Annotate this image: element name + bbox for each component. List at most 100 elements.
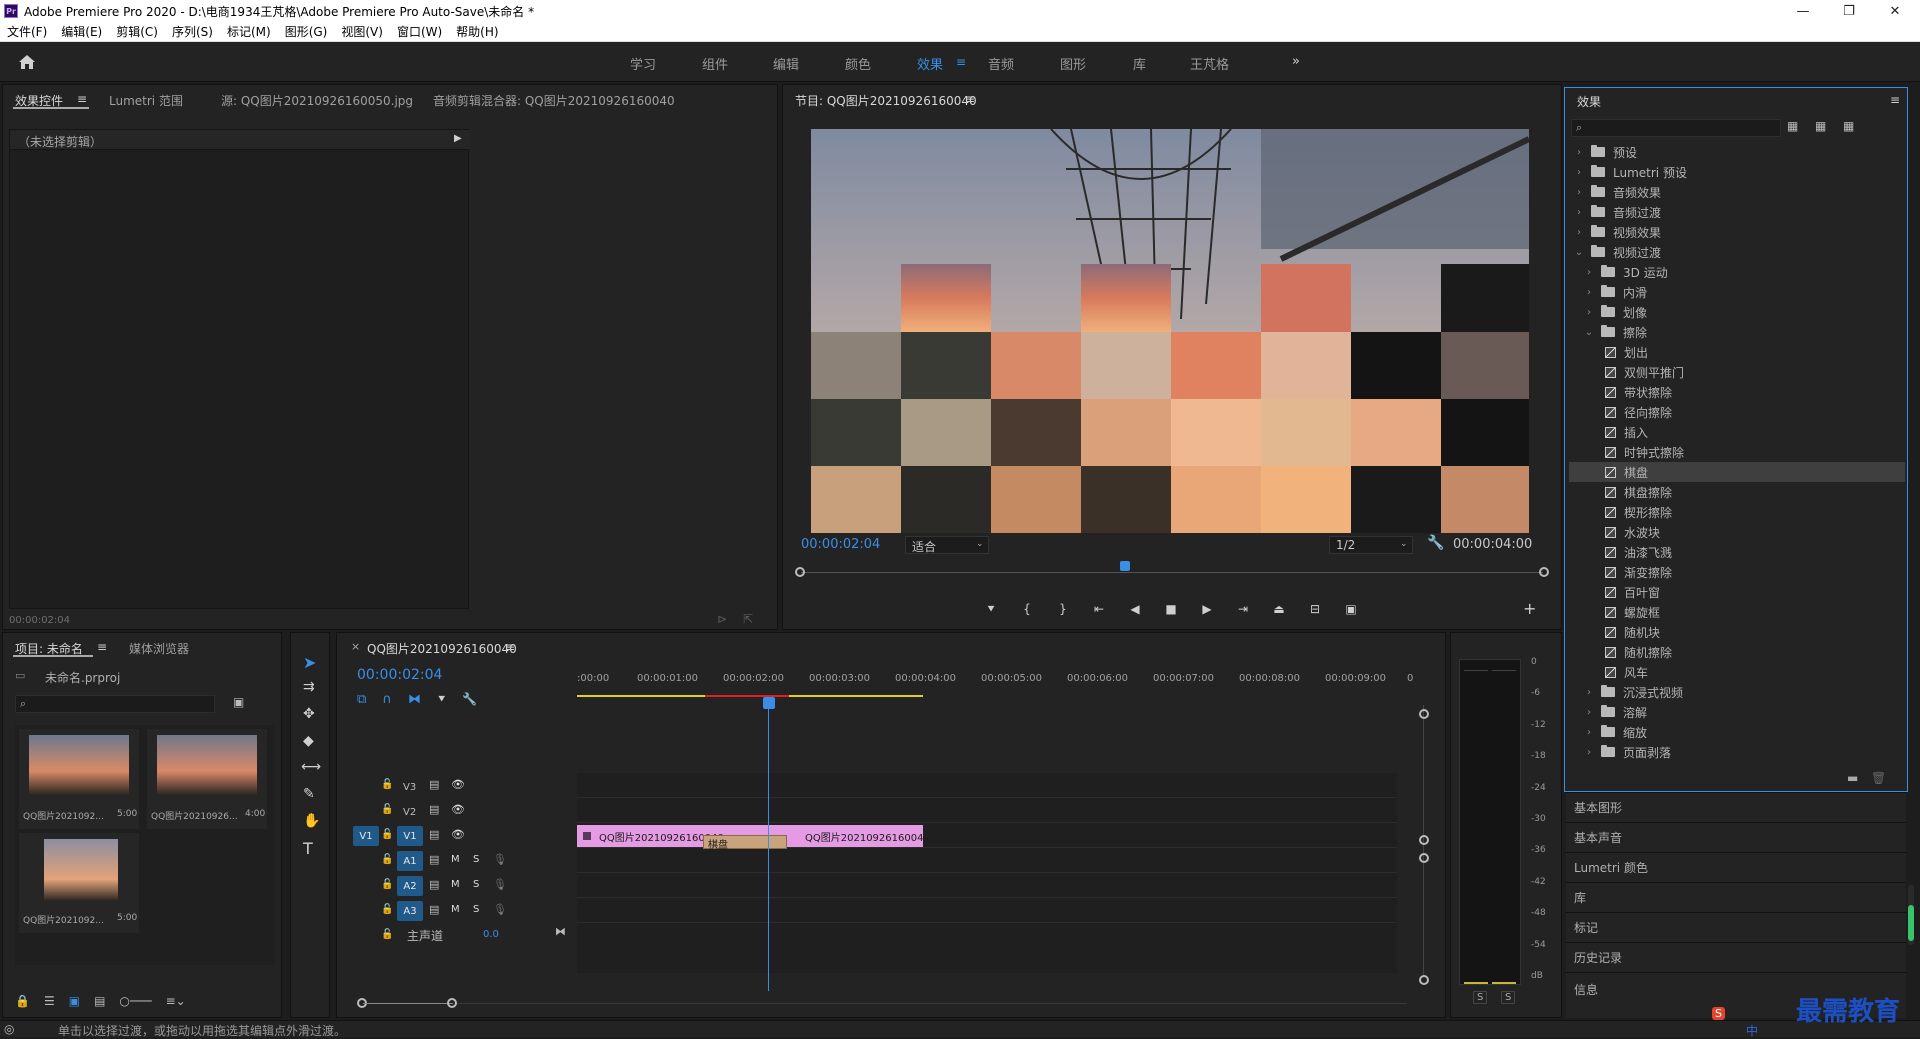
workspace-tab-custom[interactable]: 王芃格 <box>1190 54 1229 73</box>
mark-in-icon[interactable]: { <box>1009 602 1045 616</box>
chevron-right-icon[interactable]: › <box>1583 267 1595 278</box>
timeline-horizontal-scrollbar[interactable] <box>357 997 1427 1009</box>
program-video-frame[interactable] <box>811 129 1529 533</box>
effect-item[interactable]: 棋盘 <box>1569 462 1905 482</box>
effect-item[interactable]: 插入 <box>1569 422 1905 442</box>
effect-item[interactable]: 划出 <box>1569 342 1905 362</box>
selection-tool-icon[interactable]: ➤ <box>303 653 316 672</box>
menu-view[interactable]: 视图(V) <box>334 23 390 40</box>
timeline-timecode[interactable]: 00:00:02:04 <box>357 667 442 683</box>
right-panel-scrollbar[interactable] <box>1908 885 1914 945</box>
program-playhead[interactable] <box>1120 561 1130 571</box>
timeline-settings-icon[interactable]: 🔧 <box>462 692 477 706</box>
menu-file[interactable]: 文件(F) <box>0 23 54 40</box>
effects-folder[interactable]: › 沉浸式视频 <box>1569 682 1905 702</box>
eye-icon[interactable]: 👁 <box>451 778 465 791</box>
panel-essential-sound[interactable]: 基本声音 <box>1566 822 1906 852</box>
lock-icon[interactable]: 🔓 <box>381 904 393 915</box>
effect-item[interactable]: 随机块 <box>1569 622 1905 642</box>
effect-item[interactable]: 双侧平推门 <box>1569 362 1905 382</box>
solo-button[interactable]: S <box>473 879 479 890</box>
menu-edit[interactable]: 编辑(E) <box>54 23 109 40</box>
panel-menu-icon[interactable]: ≡ <box>97 640 107 654</box>
effects-folder[interactable]: › 页面剥落 <box>1569 742 1905 762</box>
chevron-right-icon[interactable]: › <box>1583 307 1595 318</box>
lock-icon[interactable]: 🔓 <box>381 929 393 940</box>
linked-selection-icon[interactable]: ⧓ <box>408 692 421 707</box>
pen-tool-icon[interactable]: ✎ <box>303 786 315 802</box>
effect-item[interactable]: 风车 <box>1569 662 1905 682</box>
close-icon[interactable]: × <box>351 640 360 653</box>
mute-button[interactable]: M <box>451 854 460 865</box>
program-current-timecode[interactable]: 00:00:02:04 <box>801 537 880 552</box>
close-button[interactable]: ✕ <box>1872 0 1918 22</box>
effect-item[interactable]: 螺旋框 <box>1569 602 1905 622</box>
tab-audio-clip-mixer[interactable]: 音频剪辑混合器: QQ图片20210926160040 <box>433 92 675 109</box>
tab-source[interactable]: 源: QQ图片20210926160050.jpg <box>221 92 413 109</box>
project-item[interactable]: QQ图片2021092... 5:00 <box>19 729 139 829</box>
ime-mode[interactable]: 中 <box>1746 1022 1758 1039</box>
expand-arrow-icon[interactable]: ▶ <box>454 133 462 144</box>
track-target-v1[interactable]: V1 <box>397 826 423 846</box>
effects-folder[interactable]: › 音频效果 <box>1569 182 1905 202</box>
yuv-effects-icon[interactable]: ▦ <box>1843 119 1854 133</box>
go-to-in-icon[interactable]: ⇤ <box>1081 602 1117 616</box>
effects-folder[interactable]: ⌄ 擦除 <box>1569 322 1905 342</box>
tab-lumetri-scopes[interactable]: Lumetri 范围 <box>109 92 183 109</box>
effects-folder[interactable]: › Lumetri 预设 <box>1569 162 1905 182</box>
solo-left-button[interactable]: S <box>1473 991 1488 1004</box>
chevron-down-icon[interactable]: ⌄ <box>1583 327 1595 338</box>
workspace-tab-libraries[interactable]: 库 <box>1133 54 1146 73</box>
chevron-right-icon[interactable]: › <box>1573 167 1585 178</box>
lock-icon[interactable]: 🔒 <box>15 994 30 1008</box>
restore-button[interactable]: ❐ <box>1826 0 1872 22</box>
find-icon[interactable]: ▣ <box>233 695 244 709</box>
go-to-out-icon[interactable]: ⇥ <box>1225 602 1261 616</box>
icon-view-icon[interactable]: ▣ <box>69 994 80 1008</box>
eye-icon[interactable]: 👁 <box>451 803 465 816</box>
source-patch-v1[interactable]: V1 <box>353 826 379 846</box>
chevron-right-icon[interactable]: › <box>1573 147 1585 158</box>
program-scrub-bar[interactable] <box>795 561 1549 577</box>
accelerated-effects-icon[interactable]: ▦ <box>1787 119 1798 133</box>
effects-folder[interactable]: ⌄ 视频过渡 <box>1569 242 1905 262</box>
effects-folder[interactable]: › 视频效果 <box>1569 222 1905 242</box>
step-back-icon[interactable]: ◀ <box>1117 602 1153 616</box>
workspace-tab-assembly[interactable]: 组件 <box>702 54 728 73</box>
lock-icon[interactable]: 🔓 <box>381 829 393 840</box>
sort-icon[interactable]: ≡⌄ <box>166 994 186 1008</box>
timeline-sequence-title[interactable]: QQ图片20210926160040 <box>367 640 517 657</box>
trash-icon[interactable]: 🗑 <box>1871 771 1886 785</box>
add-button-icon[interactable]: + <box>1523 599 1536 618</box>
lock-icon[interactable]: 🔓 <box>381 804 393 815</box>
effects-folder[interactable]: › 音频过渡 <box>1569 202 1905 222</box>
filter-icon[interactable]: ⊳ <box>717 612 727 626</box>
razor-tool-icon[interactable]: ◆ <box>303 733 314 749</box>
lock-icon[interactable]: 🔓 <box>381 779 393 790</box>
sync-lock-icon[interactable]: ▤ <box>429 778 439 791</box>
workspace-more-icon[interactable]: » <box>1292 54 1300 69</box>
track-select-tool-icon[interactable]: ⇉ <box>303 679 315 695</box>
panel-libraries[interactable]: 库 <box>1566 882 1906 912</box>
master-volume-value[interactable]: 0.0 <box>483 929 499 940</box>
menu-window[interactable]: 窗口(W) <box>390 23 449 40</box>
track-label-v2[interactable]: V2 <box>403 804 423 818</box>
microphone-icon[interactable]: 🎙 <box>493 878 507 891</box>
chevron-right-icon[interactable]: › <box>1583 707 1595 718</box>
effect-item[interactable]: 油漆飞溅 <box>1569 542 1905 562</box>
add-marker-icon[interactable]: ⯆ <box>973 602 1009 617</box>
effect-item[interactable]: 时钟式擦除 <box>1569 442 1905 462</box>
project-item[interactable]: QQ图片20210926... 4:00 <box>147 729 267 829</box>
panel-markers[interactable]: 标记 <box>1566 912 1906 942</box>
chevron-right-icon[interactable]: › <box>1583 287 1595 298</box>
effects-panel-title[interactable]: 效果 <box>1577 93 1601 110</box>
workspace-tab-effects[interactable]: 效果 <box>917 54 943 73</box>
zoom-slider[interactable]: ○─── <box>119 994 151 1008</box>
panel-menu-icon[interactable]: ≡ <box>965 92 975 106</box>
effects-folder[interactable]: › 3D 运动 <box>1569 262 1905 282</box>
effect-item[interactable]: 随机擦除 <box>1569 642 1905 662</box>
lift-icon[interactable]: ⏏ <box>1261 602 1297 616</box>
new-bin-icon[interactable]: ▬ <box>1847 771 1858 785</box>
menu-clip[interactable]: 剪辑(C) <box>109 23 165 40</box>
freeform-view-icon[interactable]: ▤ <box>94 994 105 1008</box>
